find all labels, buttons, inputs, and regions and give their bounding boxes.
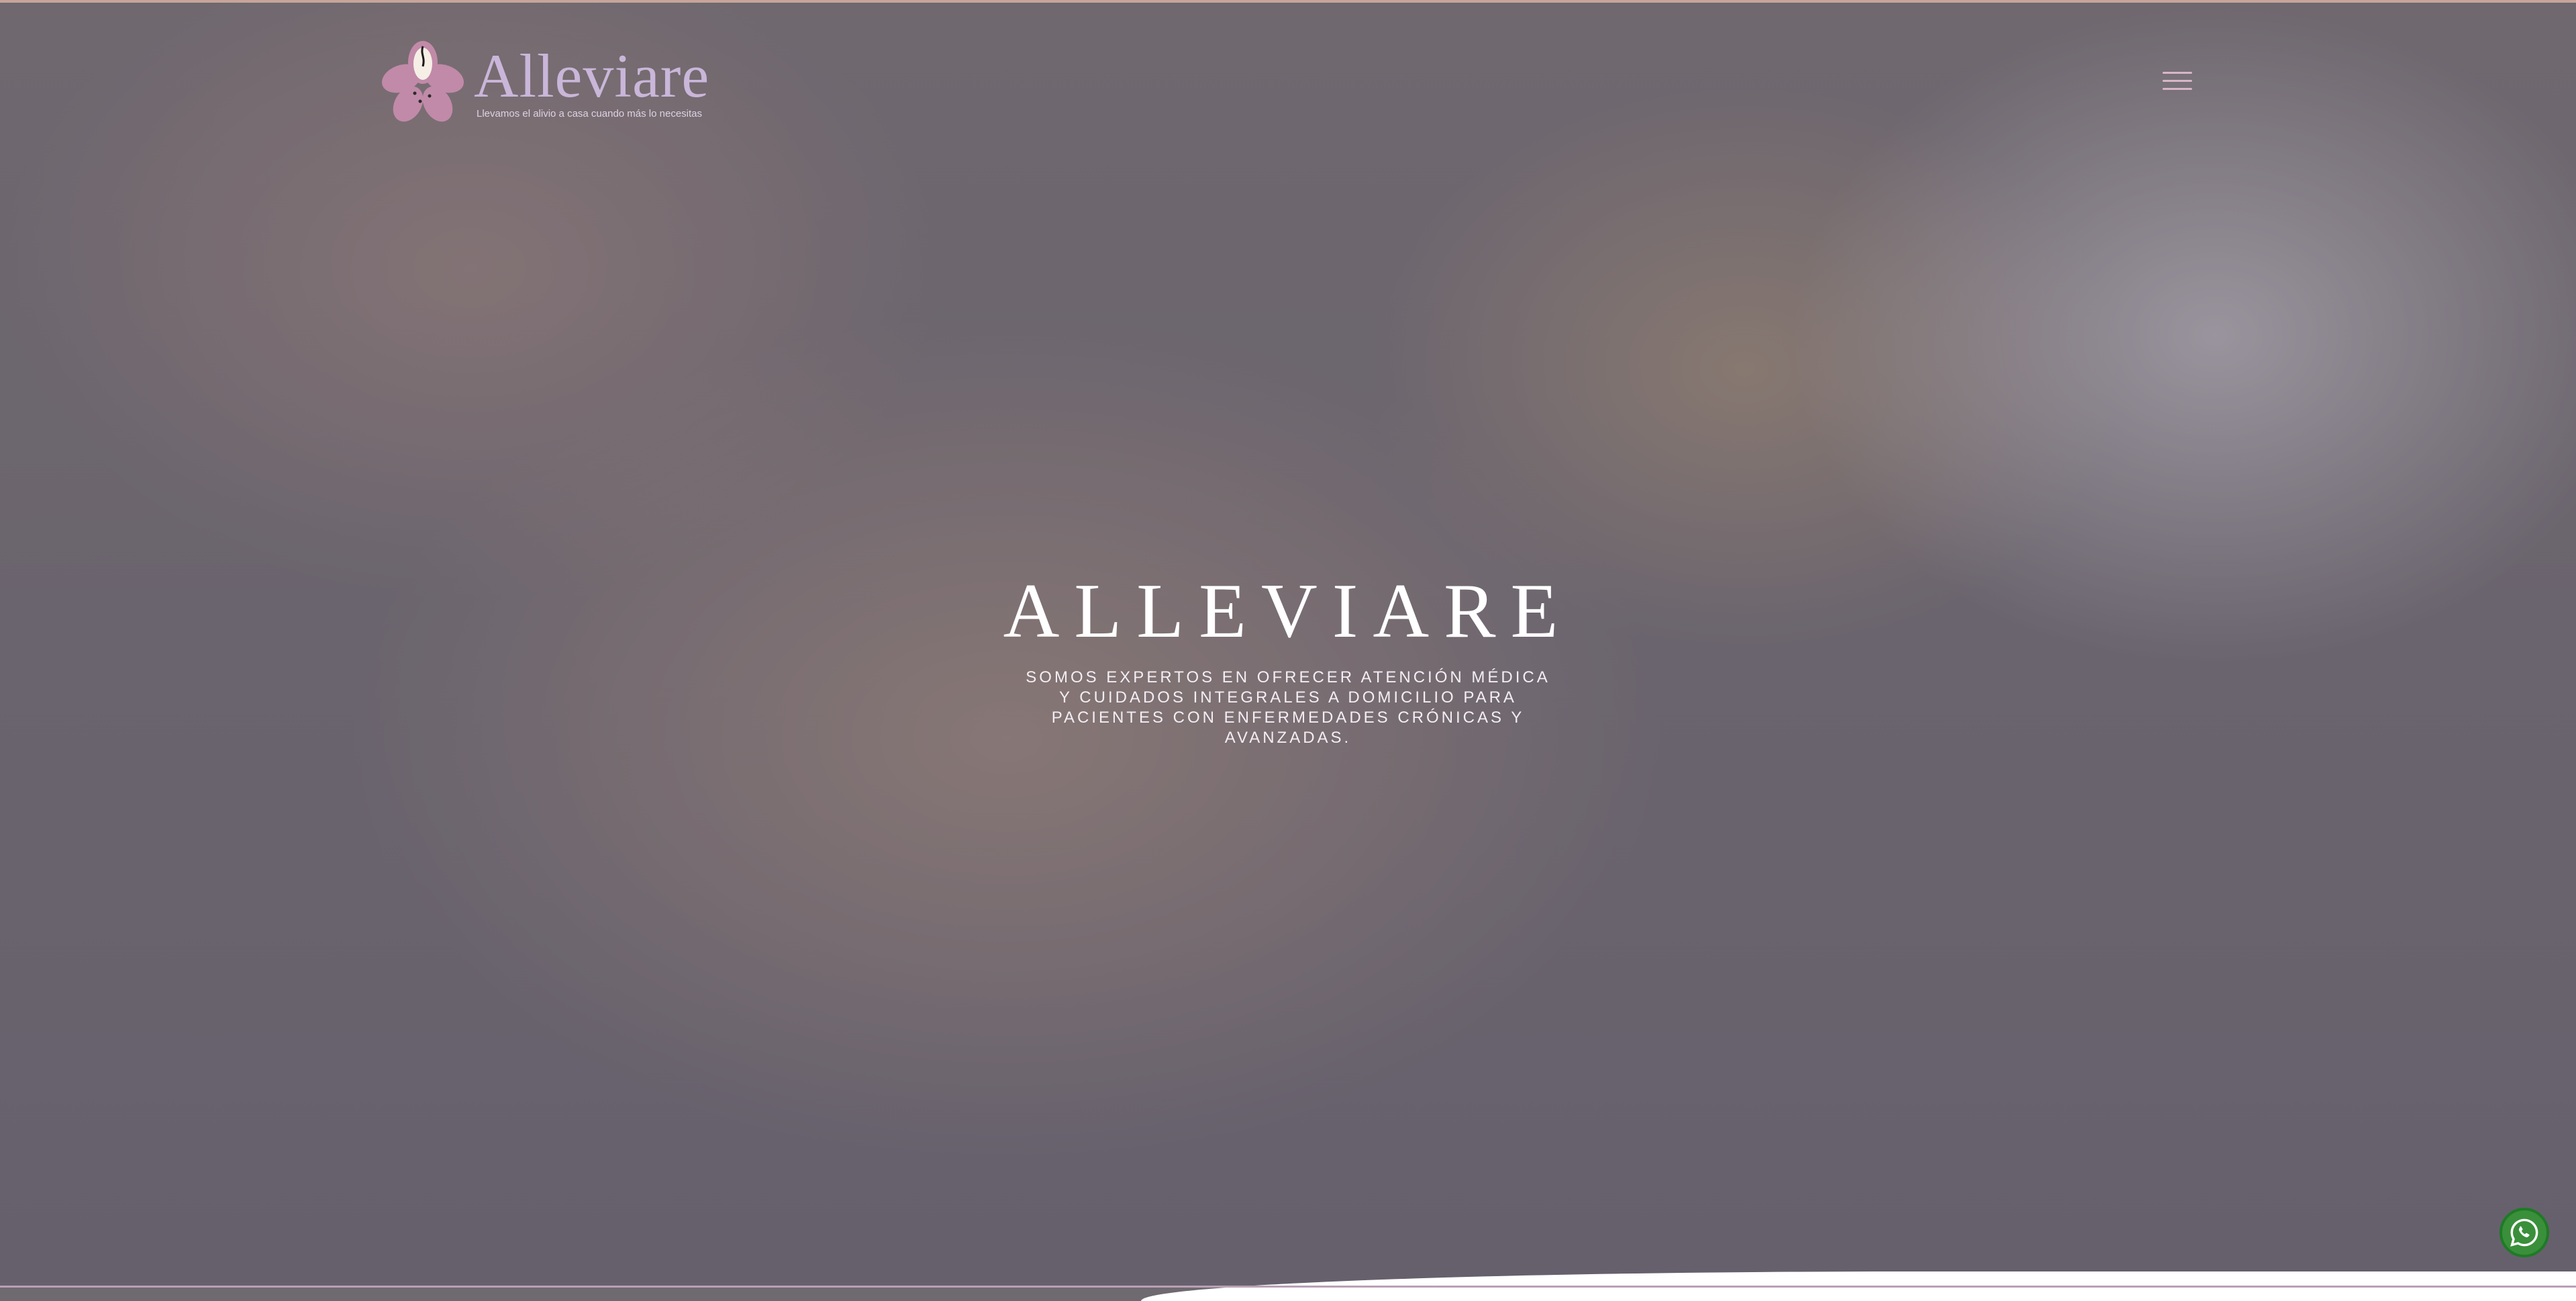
flower-logo-icon bbox=[381, 41, 464, 122]
brand-tagline: Llevamos el alivio a casa cuando más lo … bbox=[477, 108, 703, 119]
whatsapp-icon bbox=[2510, 1218, 2538, 1247]
site-logo[interactable]: Alleviare Llevamos el alivio a casa cuan… bbox=[376, 37, 711, 127]
hero-subtitle: SOMOS EXPERTOS EN OFRECER ATENCIÓN MÉDIC… bbox=[1026, 668, 1550, 747]
top-border bbox=[0, 0, 2576, 3]
hero-title: ALLEVIARE bbox=[1003, 568, 1573, 654]
brand-name: Alleviare bbox=[474, 42, 710, 110]
whatsapp-button[interactable] bbox=[2499, 1208, 2549, 1257]
hamburger-menu-button[interactable] bbox=[2163, 69, 2192, 93]
hamburger-icon bbox=[2163, 72, 2192, 74]
